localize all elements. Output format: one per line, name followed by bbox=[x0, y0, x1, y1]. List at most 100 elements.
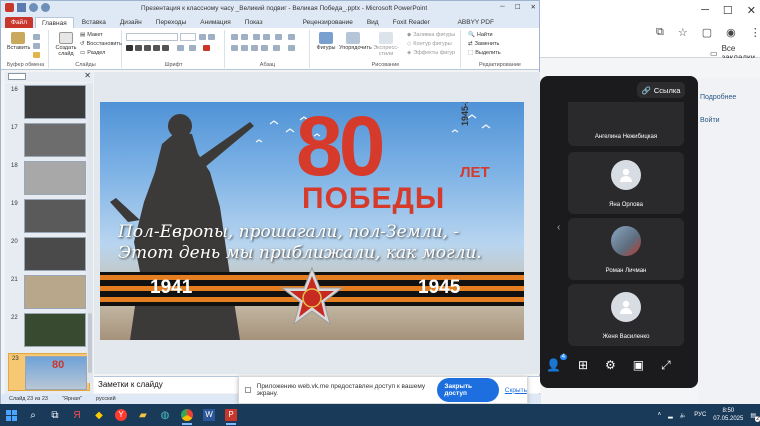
new-slide-button[interactable]: Создать слайд bbox=[54, 32, 78, 57]
profile-icon[interactable]: ◉ bbox=[726, 26, 736, 39]
shape-effects-button[interactable]: ◈ Эффекты фигур bbox=[407, 50, 455, 56]
arrange-button[interactable]: Упорядочить bbox=[339, 32, 372, 51]
save-icon[interactable] bbox=[17, 3, 26, 12]
powerpoint-icon[interactable]: P bbox=[220, 404, 242, 426]
tab-design[interactable]: Дизайн bbox=[114, 17, 148, 28]
undo-icon[interactable] bbox=[29, 3, 38, 12]
clock[interactable]: 8:50 07.05.2025 bbox=[713, 407, 743, 423]
participant-tile[interactable]: Яна Орлова bbox=[568, 152, 684, 214]
participant-tile[interactable]: Ангелина Нежибицкая bbox=[568, 102, 684, 146]
spacing-icon[interactable] bbox=[177, 45, 184, 51]
tab-insert[interactable]: Вставка bbox=[76, 17, 112, 28]
grow-font-icon[interactable] bbox=[199, 34, 206, 40]
search-icon[interactable]: ⌕ bbox=[22, 404, 44, 426]
yandex-app-icon[interactable]: Я bbox=[66, 404, 88, 426]
network-icon[interactable]: ▂ bbox=[668, 412, 673, 419]
chevron-left-icon[interactable]: ‹ bbox=[557, 222, 560, 233]
strikethrough-icon[interactable] bbox=[162, 45, 169, 51]
columns-icon[interactable] bbox=[273, 45, 280, 51]
text-direction-icon[interactable] bbox=[288, 34, 295, 40]
minimize-icon[interactable]: ─ bbox=[701, 4, 709, 17]
close-pane-icon[interactable]: ✕ bbox=[84, 71, 91, 80]
section-button[interactable]: ▭ Раздел bbox=[80, 50, 105, 56]
notifications-icon[interactable]: ▤ 2 bbox=[750, 412, 760, 422]
shadow-icon[interactable] bbox=[153, 45, 160, 51]
grid-icon[interactable]: ⊞ bbox=[578, 358, 588, 373]
slide-thumbnail-selected[interactable]: 23 80 bbox=[8, 353, 90, 391]
hide-notification-link[interactable]: Скрыть bbox=[505, 387, 527, 394]
close-icon[interactable]: ✕ bbox=[531, 3, 536, 11]
yandex-music-icon[interactable]: ◆ bbox=[88, 404, 110, 426]
start-button[interactable] bbox=[0, 404, 22, 426]
share-page-icon[interactable]: ⧉ bbox=[656, 26, 664, 39]
participant-tile[interactable]: Женя Василенко bbox=[568, 284, 684, 346]
tab-transitions[interactable]: Переходы bbox=[150, 17, 193, 28]
stop-sharing-button[interactable]: Закрыть доступ bbox=[437, 378, 499, 402]
star-icon[interactable]: ☆ bbox=[678, 26, 688, 39]
minimize-icon[interactable]: ─ bbox=[500, 3, 505, 11]
participants-icon[interactable]: 👤 4 bbox=[546, 354, 567, 373]
font-size-select[interactable] bbox=[180, 33, 196, 41]
font-color-icon[interactable] bbox=[203, 45, 210, 51]
slide-thumbnail[interactable]: 18 bbox=[8, 161, 90, 195]
line-spacing-icon[interactable] bbox=[275, 34, 282, 40]
slide-thumbnail[interactable]: 20 bbox=[8, 237, 90, 271]
file-explorer-icon[interactable]: ▰ bbox=[132, 404, 154, 426]
paste-button[interactable]: Вставить bbox=[7, 32, 30, 51]
find-button[interactable]: 🔍 Найти bbox=[468, 32, 493, 38]
screen-icon[interactable]: ▣ bbox=[633, 358, 644, 373]
scrollbar-thumb[interactable] bbox=[88, 313, 92, 373]
shape-outline-button[interactable]: ◇ Контур фигуры bbox=[407, 41, 452, 47]
shapes-button[interactable]: Фигуры bbox=[315, 32, 337, 51]
slide-thumbnail[interactable]: 19 bbox=[8, 199, 90, 233]
menu-icon[interactable]: ⋮ bbox=[750, 26, 760, 39]
cut-icon[interactable] bbox=[33, 34, 40, 40]
layout-button[interactable]: ▤ Макет bbox=[80, 32, 103, 38]
tab-file[interactable]: Файл bbox=[5, 17, 33, 28]
tab-home[interactable]: Главная bbox=[34, 17, 74, 28]
tab-abbyy[interactable]: ABBYY PDF Transformer+ bbox=[452, 17, 539, 37]
call-link-button[interactable]: 🔗 Ссылка bbox=[637, 82, 685, 98]
thumbnail-scrollbar[interactable] bbox=[87, 83, 93, 383]
volume-icon[interactable]: 🔈 bbox=[680, 412, 687, 419]
current-slide[interactable]: 80 ЛЕТ ПОБЕДЫ 1945-2025 Пол-Европы, прош… bbox=[100, 102, 524, 340]
underline-icon[interactable] bbox=[144, 45, 151, 51]
align-right-icon[interactable] bbox=[251, 45, 258, 51]
participant-tile[interactable]: Роман Личман bbox=[568, 218, 684, 280]
word-icon[interactable]: W bbox=[198, 404, 220, 426]
extensions-icon[interactable]: ▢ bbox=[702, 26, 712, 39]
reset-button[interactable]: ↺ Восстановить bbox=[80, 41, 122, 47]
yandex-browser-icon[interactable]: Y bbox=[110, 404, 132, 426]
bold-icon[interactable] bbox=[126, 45, 133, 51]
settings-icon[interactable]: ⚙ bbox=[605, 358, 616, 373]
maximize-icon[interactable]: ☐ bbox=[723, 4, 733, 17]
copy-icon[interactable] bbox=[33, 43, 40, 49]
decrease-indent-icon[interactable] bbox=[253, 34, 260, 40]
select-button[interactable]: ⬚ Выделить bbox=[468, 50, 501, 56]
slide-thumbnail[interactable]: 17 bbox=[8, 123, 90, 157]
align-left-icon[interactable] bbox=[231, 45, 238, 51]
details-link[interactable]: Подробнее bbox=[700, 94, 760, 101]
change-case-icon[interactable] bbox=[189, 45, 196, 51]
align-center-icon[interactable] bbox=[241, 45, 248, 51]
login-link[interactable]: Войти bbox=[700, 117, 760, 124]
maximize-icon[interactable]: ☐ bbox=[515, 3, 521, 11]
redo-icon[interactable] bbox=[41, 3, 50, 12]
tray-chevron-icon[interactable]: ˄ bbox=[658, 412, 662, 418]
language-indicator[interactable]: РУС bbox=[694, 412, 706, 418]
task-view-icon[interactable]: ⧉ bbox=[44, 404, 66, 426]
tab-view[interactable]: Вид bbox=[361, 17, 385, 28]
increase-indent-icon[interactable] bbox=[263, 34, 270, 40]
replace-button[interactable]: ⇄ Заменить bbox=[468, 41, 499, 47]
fullscreen-icon[interactable]: ⤢ bbox=[661, 358, 671, 373]
font-family-select[interactable] bbox=[126, 33, 178, 41]
slide-thumbnail[interactable]: 21 bbox=[8, 275, 90, 309]
justify-icon[interactable] bbox=[261, 45, 268, 51]
italic-icon[interactable] bbox=[135, 45, 142, 51]
shrink-font-icon[interactable] bbox=[208, 34, 215, 40]
slides-tab[interactable] bbox=[8, 73, 26, 80]
quick-styles-button[interactable]: Экспресс-стили bbox=[369, 32, 403, 57]
slide-thumbnail[interactable]: 16 bbox=[8, 85, 90, 119]
format-painter-icon[interactable] bbox=[33, 52, 40, 58]
smartart-icon[interactable] bbox=[288, 45, 295, 51]
